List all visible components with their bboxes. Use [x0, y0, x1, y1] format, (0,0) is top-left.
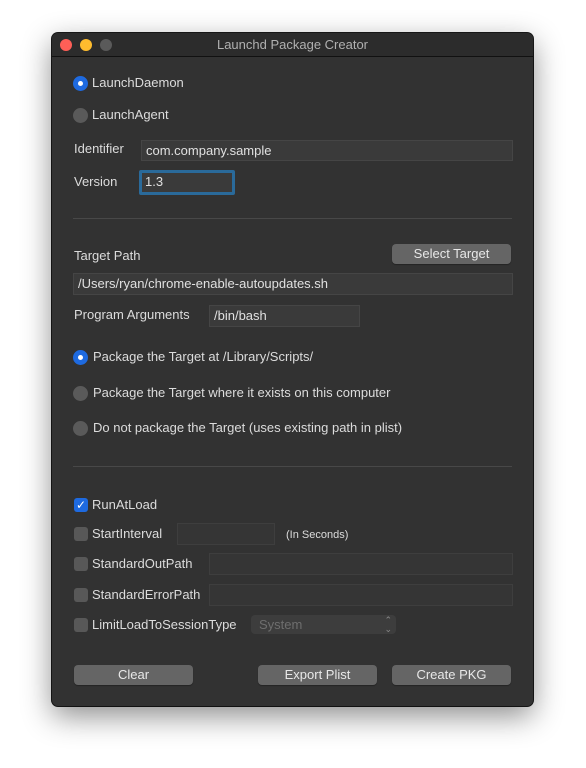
- window-title: Launchd Package Creator: [216, 37, 369, 52]
- radio-launchagent-label[interactable]: LaunchAgent: [92, 107, 169, 123]
- session-type-popup[interactable]: System ⌃ ⌄: [251, 615, 396, 634]
- version-label: Version: [74, 174, 118, 189]
- radio-package-existing-location[interactable]: [73, 386, 88, 401]
- export-plist-button[interactable]: Export Plist: [258, 665, 377, 685]
- target-path-input[interactable]: /Users/ryan/chrome-enable-autoupdates.sh: [73, 273, 513, 295]
- standard-error-path-checkbox[interactable]: [74, 588, 88, 602]
- clear-button[interactable]: Clear: [74, 665, 193, 685]
- standard-out-path-input[interactable]: [209, 553, 513, 575]
- standard-error-path-input[interactable]: [209, 584, 513, 606]
- run-at-load-checkbox[interactable]: ✓: [74, 498, 88, 512]
- divider: [73, 218, 512, 219]
- run-at-load-label[interactable]: RunAtLoad: [92, 497, 157, 513]
- select-target-button[interactable]: Select Target: [392, 244, 511, 264]
- radio-package-library-scripts-label[interactable]: Package the Target at /Library/Scripts/: [93, 349, 313, 365]
- identifier-label: Identifier: [74, 141, 124, 156]
- title-bar: Launchd Package Creator: [52, 33, 533, 57]
- radio-launchdaemon[interactable]: [73, 76, 88, 91]
- in-seconds-label: (In Seconds): [286, 529, 349, 541]
- radio-launchdaemon-label[interactable]: LaunchDaemon: [92, 75, 184, 91]
- radio-package-existing-location-label[interactable]: Package the Target where it exists on th…: [93, 385, 390, 401]
- standard-out-path-label[interactable]: StandardOutPath: [92, 556, 192, 572]
- radio-do-not-package[interactable]: [73, 421, 88, 436]
- start-interval-input[interactable]: [177, 523, 275, 545]
- divider: [73, 466, 512, 467]
- create-pkg-button[interactable]: Create PKG: [392, 665, 511, 685]
- start-interval-checkbox[interactable]: [74, 527, 88, 541]
- start-interval-label[interactable]: StartInterval: [92, 526, 162, 542]
- session-type-value: System: [259, 617, 303, 632]
- radio-launchagent[interactable]: [73, 108, 88, 123]
- limit-load-session-checkbox[interactable]: [74, 618, 88, 632]
- chevron-updown-icon: ⌃ ⌄: [384, 615, 392, 634]
- standard-out-path-checkbox[interactable]: [74, 557, 88, 571]
- identifier-input[interactable]: com.company.sample: [141, 140, 513, 161]
- radio-package-library-scripts[interactable]: [73, 350, 88, 365]
- radio-do-not-package-label[interactable]: Do not package the Target (uses existing…: [93, 420, 402, 436]
- program-arguments-label: Program Arguments: [74, 307, 190, 322]
- standard-error-path-label[interactable]: StandardErrorPath: [92, 587, 200, 603]
- limit-load-session-label[interactable]: LimitLoadToSessionType: [92, 617, 237, 633]
- target-path-label: Target Path: [74, 248, 141, 263]
- main-window: Launchd Package Creator LaunchDaemon Lau…: [52, 33, 533, 706]
- program-arguments-input[interactable]: /bin/bash: [209, 305, 360, 327]
- version-input[interactable]: 1.3: [139, 170, 235, 195]
